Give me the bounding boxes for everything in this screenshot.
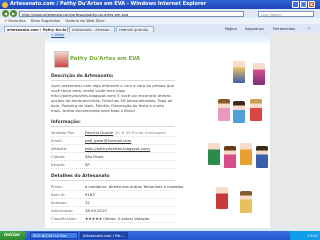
info-row-website: Website: http://pathyduartes.blogspot.com… xyxy=(51,145,175,153)
tab-hotmail[interactable]: Hotmail gratuito xyxy=(116,25,154,32)
info-title: Informação: xyxy=(51,120,175,127)
taskbar-item-rvg[interactable]: RVG NIT/VH Lll Pos xyxy=(30,232,78,239)
window-titlebar: Artesanato.com / Pathy Du'Artes em EVA -… xyxy=(0,0,320,9)
photo-gallery xyxy=(198,51,270,228)
page-menu[interactable]: Página xyxy=(225,26,237,32)
tab-artesanato[interactable]: Artesanato - Artesan... xyxy=(69,25,115,32)
product-photo[interactable] xyxy=(216,187,228,209)
top-banner: « Voltar xyxy=(45,33,270,44)
favorites-button[interactable]: Favoritos xyxy=(8,18,25,23)
close-button[interactable]: x xyxy=(308,1,315,8)
artisan-avatar xyxy=(54,51,69,68)
search-input[interactable]: Live Search xyxy=(258,10,314,17)
back-link[interactable]: « Voltar xyxy=(51,33,64,37)
forward-button[interactable]: ▶ xyxy=(10,10,17,17)
product-photo[interactable] xyxy=(240,143,252,165)
details-section: Detalhes do Artesanato Preço: a combinar,… xyxy=(51,174,185,223)
email-link[interactable]: pati_galer@hotmail.com xyxy=(85,138,131,143)
info-row-seller: Vendido Por: Patrícia Duarte (5) ★ 99 Env… xyxy=(51,129,175,137)
fav-link-web-slice[interactable]: Galeria do Web Slice xyxy=(65,18,104,23)
product-photo[interactable] xyxy=(233,61,245,83)
details-title: Detalhes do Artesanato xyxy=(51,174,175,181)
product-photo[interactable] xyxy=(253,63,265,85)
details-row-item: Item #: 9163 xyxy=(51,191,175,199)
seller-extra[interactable]: (5) ★ 99 Enviar mensagem xyxy=(115,130,167,135)
system-tray: 13:51 xyxy=(290,231,320,240)
windows-taskbar: iniciar RVG NIT/VH Lll Pos Artesanato.co… xyxy=(0,231,320,240)
description-title: Descrição do Artesanato: xyxy=(51,74,175,81)
security-menu[interactable]: Segurança xyxy=(245,26,264,32)
product-photo[interactable] xyxy=(208,143,220,165)
page-title: Pathy Du'Artes em EVA xyxy=(70,56,141,62)
details-row-added: Adicionado: 28.09.2010 xyxy=(51,207,175,215)
clock: 13:51 xyxy=(307,233,318,238)
rating-stars[interactable]: ★★★★★ (Votos: 0 votes) Votação xyxy=(85,216,149,221)
window-title: Artesanato.com / Pathy Du'Artes em EVA -… xyxy=(10,1,207,7)
start-button[interactable]: iniciar xyxy=(0,231,26,240)
info-row-state: Estado: SP xyxy=(51,161,175,169)
tools-menu[interactable]: Ferramentas xyxy=(273,26,295,32)
info-row-email: Email: pati_galer@hotmail.com xyxy=(51,137,175,145)
info-section: Informação: Vendido Por: Patrícia Duarte … xyxy=(51,120,175,169)
url-input[interactable]: http://www.artesanato.com/artesao/pathy-… xyxy=(19,10,244,17)
product-photo[interactable] xyxy=(233,101,245,123)
info-row-city: Cidade: São Paulo xyxy=(51,153,175,161)
seller-link[interactable]: Patrícia Duarte xyxy=(85,130,113,135)
help-menu[interactable]: ? xyxy=(308,26,310,32)
details-row-rating: Classificação: ★★★★★ (Votos: 0 votes) Vot… xyxy=(51,215,175,223)
website-link[interactable]: http://pathyduartes.blogspot.com/ xyxy=(85,146,150,151)
minimize-button[interactable]: _ xyxy=(292,1,299,8)
product-photo[interactable] xyxy=(240,191,252,213)
description-section: Descrição do Artesanato: Quer presentear… xyxy=(51,74,175,113)
back-button[interactable]: ◀ xyxy=(2,10,9,17)
taskbar-item-ie[interactable]: Artesanato.com / Pat... xyxy=(80,232,128,239)
content-panel: « Voltar Pathy Du'Artes em EVA Descrição… xyxy=(45,33,270,228)
fav-link-suggested-sites[interactable]: Sites Sugeridos xyxy=(31,18,60,23)
product-photo[interactable] xyxy=(218,99,230,121)
maximize-button[interactable]: □ xyxy=(300,1,307,8)
product-photo[interactable] xyxy=(224,146,236,168)
tab-artesanato-pathy[interactable]: artesanato.com / Pathy Du'Artes em EVA xyxy=(4,25,68,32)
details-row-price: Preço: a combinar, direito aos outros Tam… xyxy=(51,184,185,191)
description-text: Quer presentear com algo diferente e com… xyxy=(51,83,174,113)
favorites-star-icon: ★ xyxy=(4,18,8,23)
details-row-views: Acessos: 12 xyxy=(51,199,175,207)
internet-explorer-icon xyxy=(2,1,8,8)
product-photo[interactable] xyxy=(256,146,268,168)
page-viewport: « Voltar Pathy Du'Artes em EVA Descrição… xyxy=(0,33,320,228)
product-photo[interactable] xyxy=(250,99,262,121)
